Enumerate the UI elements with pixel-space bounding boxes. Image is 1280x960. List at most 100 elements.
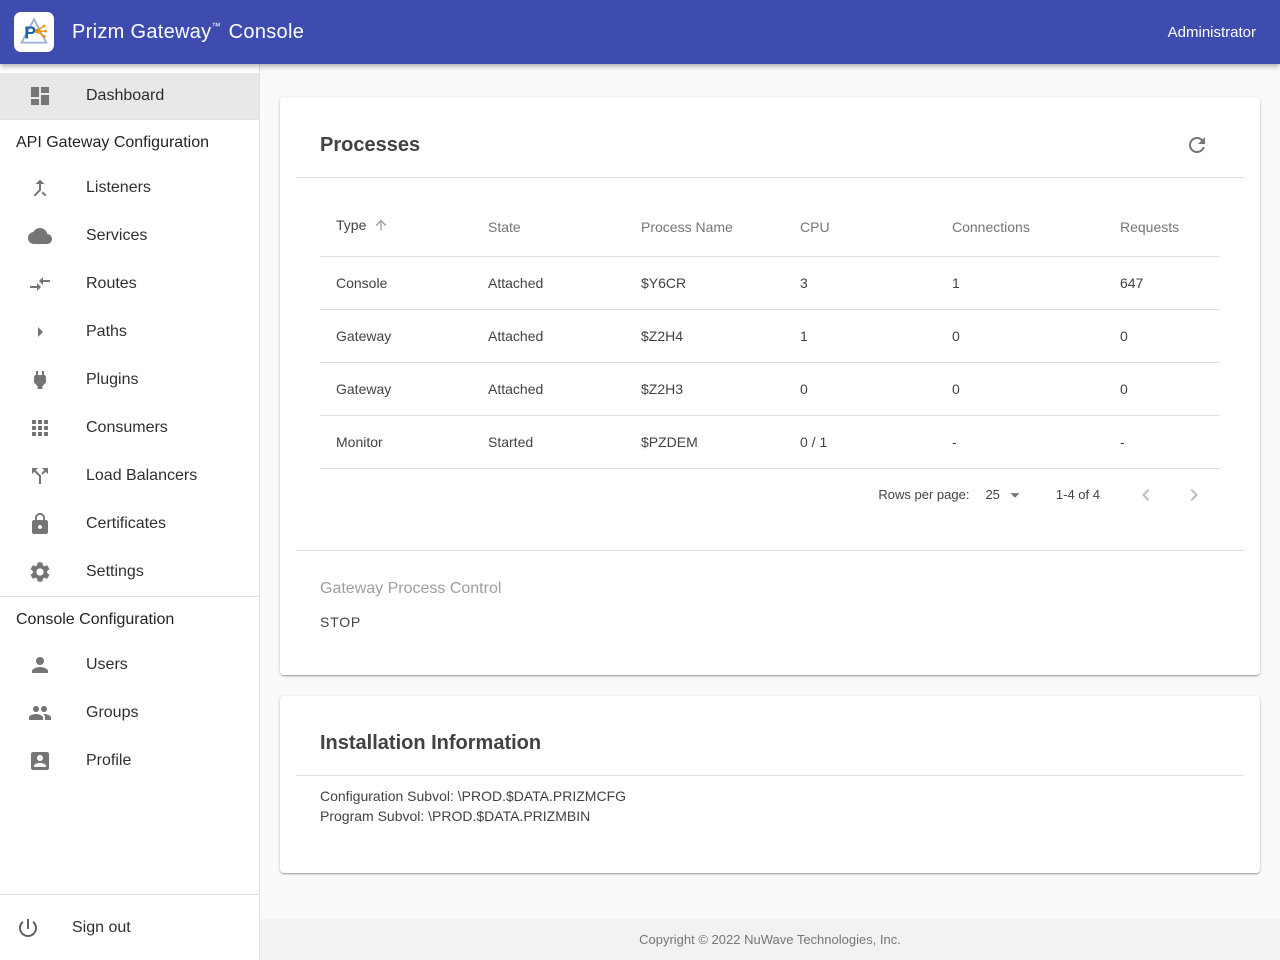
- sidebar-item-label: Services: [86, 227, 147, 245]
- column-header-type[interactable]: Type: [320, 198, 472, 256]
- sidebar-item-label: Certificates: [86, 515, 166, 533]
- table-cell: 0: [936, 309, 1104, 362]
- sidebar-item-load-balancers[interactable]: Load Balancers: [0, 452, 259, 500]
- table-cell: Started: [472, 415, 625, 468]
- trademark: ™: [212, 21, 221, 31]
- chevron-left-icon: [1134, 483, 1158, 507]
- sidebar-item-services[interactable]: Services: [0, 212, 259, 260]
- table-cell: 3: [784, 256, 936, 309]
- caret-down-icon: [1004, 484, 1026, 506]
- sidebar-item-users[interactable]: Users: [0, 641, 259, 689]
- sidebar-item-label: Routes: [86, 275, 137, 293]
- installation-card-title: Installation Information: [320, 732, 541, 755]
- app-bar: P Prizm Gateway™ Console Administrator: [0, 0, 1280, 64]
- sidebar-nav: Dashboard API Gateway Configuration Listen…: [0, 64, 259, 785]
- rows-per-page-value: 25: [985, 487, 999, 502]
- processes-table-body: ConsoleAttached$Y6CR31647GatewayAttached…: [320, 256, 1220, 468]
- cloud-icon: [28, 224, 52, 248]
- prizm-logo-icon: P: [17, 15, 51, 49]
- sidebar-item-settings[interactable]: Settings: [0, 548, 259, 596]
- table-cell: 0: [1104, 362, 1220, 415]
- table-cell: Console: [320, 256, 472, 309]
- prizm-logo: P: [14, 12, 54, 52]
- refresh-button[interactable]: [1185, 133, 1209, 157]
- table-cell: 0: [1104, 309, 1220, 362]
- column-header-state[interactable]: State: [472, 198, 625, 256]
- divider: [296, 177, 1244, 178]
- table-pagination: Rows per page: 25 1-4 of 4: [280, 469, 1260, 521]
- main-content: Processes TypeStateProcess NameCPUConnec…: [260, 64, 1280, 960]
- account-box-icon: [28, 749, 52, 773]
- arrow-right-icon: [28, 320, 52, 344]
- table-cell: 0: [784, 362, 936, 415]
- table-cell: 647: [1104, 256, 1220, 309]
- sidebar-item-label: Users: [86, 656, 128, 674]
- processes-table: TypeStateProcess NameCPUConnectionsReque…: [320, 198, 1220, 469]
- table-cell: 1: [784, 309, 936, 362]
- table-cell: 1: [936, 256, 1104, 309]
- processes-card-title: Processes: [320, 134, 420, 157]
- table-row: GatewayAttached$Z2H3000: [320, 362, 1220, 415]
- sidebar-section-heading: API Gateway Configuration: [0, 120, 259, 164]
- copyright-text: Copyright © 2022 NuWave Technologies, In…: [639, 932, 901, 947]
- administrator-menu-button[interactable]: Administrator: [1168, 24, 1256, 41]
- next-page-button[interactable]: [1182, 483, 1206, 507]
- gateway-process-control-heading: Gateway Process Control: [320, 578, 1220, 600]
- svg-text:P: P: [24, 22, 36, 42]
- table-cell: -: [936, 415, 1104, 468]
- table-row: MonitorStarted$PZDEM0 / 1--: [320, 415, 1220, 468]
- sidebar-item-plugins[interactable]: Plugins: [0, 356, 259, 404]
- sign-out-label: Sign out: [72, 919, 131, 937]
- rows-per-page-label: Rows per page:: [878, 487, 969, 502]
- table-row: ConsoleAttached$Y6CR31647: [320, 256, 1220, 309]
- configuration-subvol-text: Configuration Subvol: \PROD.$DATA.PRIZMC…: [320, 786, 1220, 806]
- table-cell: Gateway: [320, 362, 472, 415]
- column-header-requests[interactable]: Requests: [1104, 198, 1220, 256]
- sidebar-item-certificates[interactable]: Certificates: [0, 500, 259, 548]
- sidebar-item-label: Listeners: [86, 179, 151, 197]
- pagination-range: 1-4 of 4: [1056, 487, 1100, 502]
- page-title: Prizm Gateway™ Console: [72, 21, 304, 44]
- sidebar-item-label: Load Balancers: [86, 467, 197, 485]
- program-subvol-text: Program Subvol: \PROD.$DATA.PRIZMBIN: [320, 806, 1220, 826]
- sidebar-item-profile[interactable]: Profile: [0, 737, 259, 785]
- sidebar-item-groups[interactable]: Groups: [0, 689, 259, 737]
- column-header-cpu[interactable]: CPU: [784, 198, 936, 256]
- table-cell: $Y6CR: [625, 256, 784, 309]
- apps-grid-icon: [28, 416, 52, 440]
- table-cell: Attached: [472, 362, 625, 415]
- lock-icon: [28, 512, 52, 536]
- compare-arrows-icon: [28, 272, 52, 296]
- table-cell: -: [1104, 415, 1220, 468]
- table-cell: $PZDEM: [625, 415, 784, 468]
- sidebar-item-dashboard[interactable]: Dashboard: [0, 73, 259, 119]
- table-cell: Attached: [472, 309, 625, 362]
- sidebar-item-label: Profile: [86, 752, 131, 770]
- gateway-process-control: Gateway Process Control STOP: [280, 551, 1260, 675]
- sidebar-item-listeners[interactable]: Listeners: [0, 164, 259, 212]
- sidebar-item-paths[interactable]: Paths: [0, 308, 259, 356]
- sidebar-item-label: Paths: [86, 323, 127, 341]
- column-header-connections[interactable]: Connections: [936, 198, 1104, 256]
- table-cell: Monitor: [320, 415, 472, 468]
- table-cell: 0: [936, 362, 1104, 415]
- refresh-icon: [1185, 133, 1209, 157]
- table-cell: $Z2H3: [625, 362, 784, 415]
- column-header-process-name[interactable]: Process Name: [625, 198, 784, 256]
- call-split-icon: [28, 464, 52, 488]
- table-cell: $Z2H4: [625, 309, 784, 362]
- power-icon: [16, 916, 40, 940]
- stop-button[interactable]: STOP: [312, 606, 369, 638]
- sign-out-button[interactable]: Sign out: [0, 894, 259, 960]
- table-cell: Gateway: [320, 309, 472, 362]
- sidebar-item-label: Settings: [86, 563, 144, 581]
- previous-page-button[interactable]: [1134, 483, 1158, 507]
- sidebar-item-routes[interactable]: Routes: [0, 260, 259, 308]
- table-row: GatewayAttached$Z2H4100: [320, 309, 1220, 362]
- plug-icon: [28, 368, 52, 392]
- rows-per-page-select[interactable]: 25: [985, 484, 1025, 506]
- dashboard-icon: [28, 84, 52, 108]
- sidebar-item-label: Groups: [86, 704, 138, 722]
- sidebar-item-label: Dashboard: [86, 87, 164, 105]
- sidebar-item-consumers[interactable]: Consumers: [0, 404, 259, 452]
